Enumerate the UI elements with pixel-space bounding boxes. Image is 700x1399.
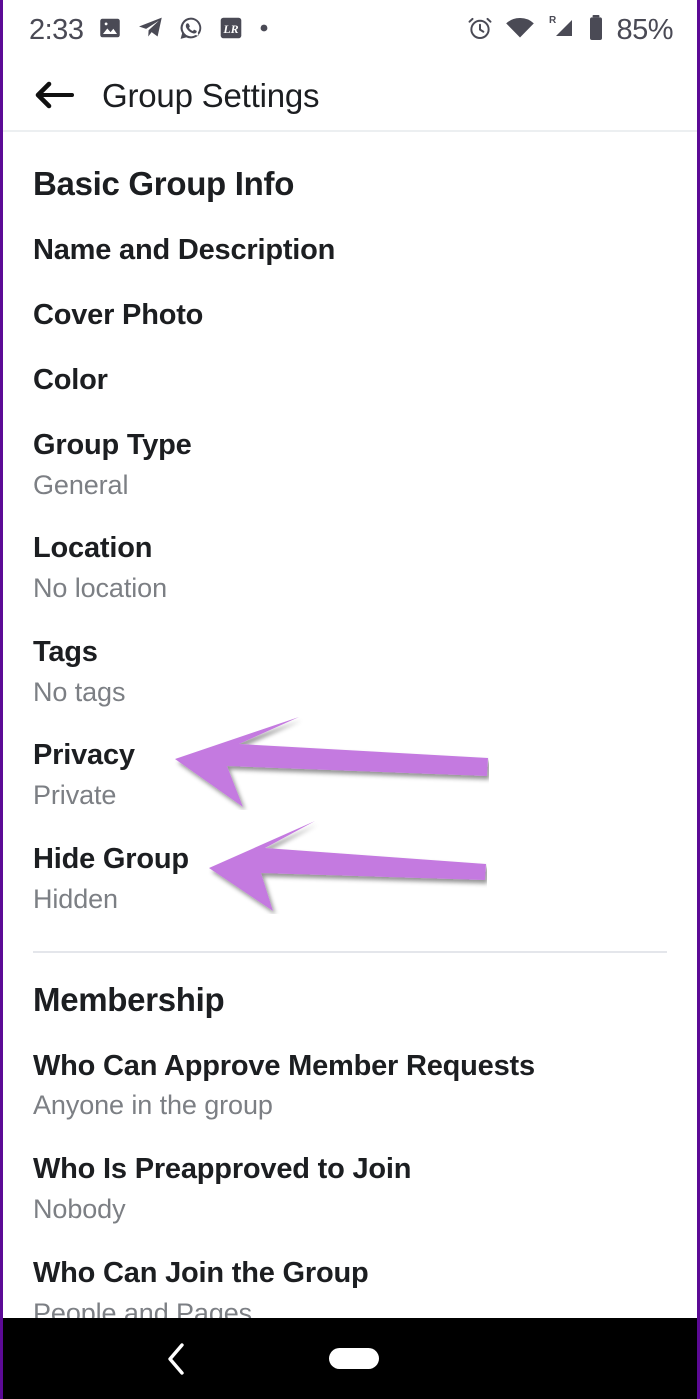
row-title: Who Can Join the Group [33,1256,369,1289]
lightroom-icon: LR [218,15,244,46]
phone-screen: 2:33 LR R 85% Group Settings Basic Group… [0,0,700,1399]
whatsapp-icon [178,15,204,46]
row-title: Hide Group [33,842,189,875]
row-title: Name and Description [33,234,336,266]
settings-row-location[interactable]: Location No location [3,532,697,604]
battery-percent-label: 85% [616,13,673,46]
row-title: Group Type [33,428,192,461]
telegram-icon [137,14,164,46]
section-header-basic-group-info: Basic Group Info [33,165,295,202]
row-title: Privacy [33,739,135,772]
row-title: Who Can Approve Member Requests [33,1049,535,1082]
svg-text:LR: LR [223,21,239,35]
settings-row-group-type[interactable]: Group Type General [3,428,697,501]
back-arrow-icon[interactable] [33,74,75,116]
row-title: Location [33,532,153,565]
dot-icon [258,21,270,39]
status-bar-left: 2:33 LR [29,14,270,46]
photos-icon [97,15,123,46]
status-time: 2:33 [29,13,84,46]
section-header-membership: Membership [33,980,225,1018]
row-title: Color [33,363,108,396]
row-value: Hidden [33,883,118,914]
row-value: Anyone in the group [33,1090,273,1121]
row-value: General [33,469,129,500]
settings-row-cover-photo[interactable]: Cover Photo [3,298,697,332]
settings-row-tags[interactable]: Tags No tags [3,635,697,708]
row-value: People and Pages [33,1297,253,1318]
app-bar: Group Settings [3,60,697,132]
row-value: No tags [33,676,126,707]
settings-list[interactable]: Basic Group Info Name and Description Co… [3,134,697,1318]
battery-icon [587,14,605,47]
settings-row-color[interactable]: Color [3,363,697,397]
settings-row-name-and-description[interactable]: Name and Description [3,234,697,267]
row-value: No location [33,573,167,604]
system-navigation-bar [3,1318,697,1399]
status-bar: 2:33 LR R 85% [3,0,697,60]
row-value: Nobody [33,1194,126,1225]
status-bar-right: R 85% [466,13,673,48]
wifi-icon [505,15,535,46]
cellular-signal-roaming-icon: R [546,13,576,48]
page-title: Group Settings [102,76,320,114]
chevron-left-icon[interactable] [155,1337,199,1381]
settings-row-privacy[interactable]: Privacy Private [3,740,697,811]
settings-row-who-is-preapproved-to-join[interactable]: Who Is Preapproved to Join Nobody [3,1153,697,1225]
home-pill-icon[interactable] [329,1348,379,1369]
settings-row-hide-group[interactable]: Hide Group Hidden [3,842,697,915]
alarm-icon [466,14,494,47]
row-title: Tags [33,635,98,668]
svg-text:R: R [549,15,557,26]
row-value: Private [33,780,117,811]
settings-row-who-can-join-the-group[interactable]: Who Can Join the Group People and Pages [3,1256,697,1318]
row-title: Cover Photo [33,298,204,331]
row-title: Who Is Preapproved to Join [33,1153,412,1186]
settings-row-who-can-approve-member-requests[interactable]: Who Can Approve Member Requests Anyone i… [3,1049,697,1122]
